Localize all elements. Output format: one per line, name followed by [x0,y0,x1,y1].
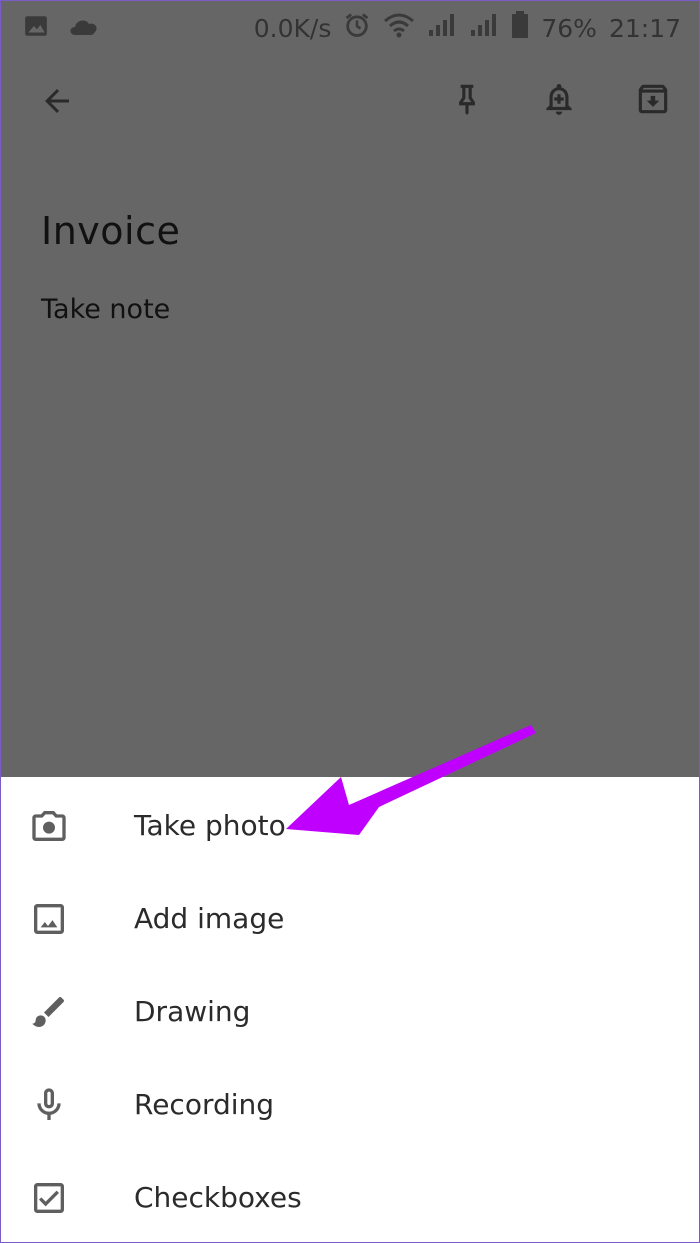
pin-icon [448,79,486,123]
checkbox-icon [27,1176,71,1220]
signal-icon-2 [469,12,499,44]
camera-icon [27,804,71,848]
image-icon [27,897,71,941]
annotation-arrow [286,725,536,835]
clock: 21:17 [608,13,681,43]
note-title[interactable]: Invoice [41,209,180,253]
cloud-icon [67,13,101,45]
alarm-icon [343,11,371,45]
menu-item-label: Checkboxes [134,1181,302,1214]
signal-icon [427,12,457,44]
battery-icon [511,11,529,45]
archive-button[interactable] [625,73,681,129]
status-right: 0.0K/s 76% 21:17 [254,11,681,45]
drawing-menu-item[interactable]: Drawing [1,965,699,1058]
back-button[interactable] [29,75,85,131]
wifi-icon [383,12,415,44]
back-arrow-icon [39,83,75,123]
recording-menu-item[interactable]: Recording [1,1058,699,1151]
app-frame: 0.0K/s 76% 21:17 Invoice Take note Take … [0,0,700,1243]
menu-item-label: Take photo [134,809,286,842]
add-image-menu-item[interactable]: Add image [1,872,699,965]
menu-item-label: Add image [134,902,285,935]
note-body-input[interactable]: Take note [41,294,170,325]
app-bar [1,61,699,145]
microphone-icon [27,1083,71,1127]
brush-icon [27,990,71,1034]
menu-item-label: Recording [134,1088,275,1121]
status-bar: 0.0K/s 76% 21:17 [1,1,699,53]
archive-icon [634,79,672,123]
network-speed: 0.0K/s [253,13,332,43]
checkboxes-menu-item[interactable]: Checkboxes [1,1151,699,1242]
reminder-bell-icon [540,79,578,123]
reminder-button[interactable] [531,73,587,129]
image-icon [23,13,49,45]
battery-percent: 76% [541,13,597,43]
menu-item-label: Drawing [134,995,251,1028]
pin-button[interactable] [439,73,495,129]
